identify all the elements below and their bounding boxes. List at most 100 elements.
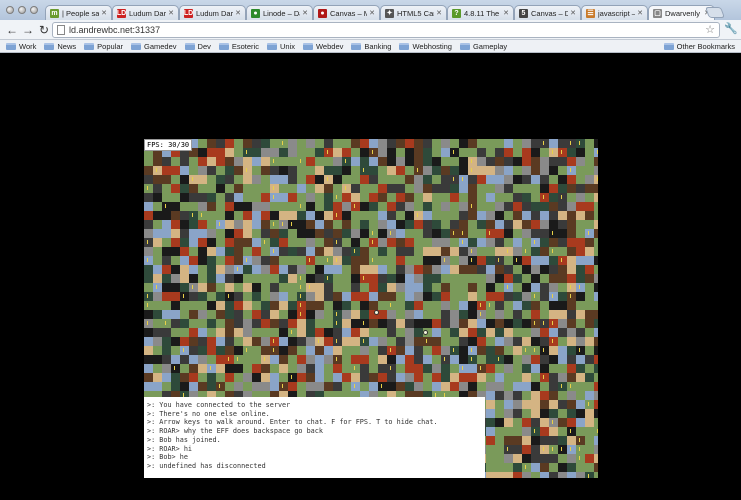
bookmark-folder-5[interactable]: Esoteric (218, 42, 259, 51)
tab-6[interactable]: ? 4.8.11 The c ✕ (447, 5, 514, 20)
bookmark-label: Webdev (315, 41, 344, 51)
chat-line: >: Bob> he (147, 453, 188, 462)
tab-favicon-icon: LD (116, 8, 127, 18)
wrench-icon[interactable]: 🔧 (724, 22, 738, 35)
tab-1[interactable]: LDLudum Dare✕ (112, 5, 179, 20)
folder-icon (6, 42, 16, 50)
folder-icon (84, 42, 95, 50)
tab-close-icon[interactable]: ✕ (168, 9, 174, 17)
bookmark-folder-7[interactable]: Webdev (302, 41, 344, 51)
bookmark-label: Webhosting (412, 41, 452, 51)
chat-log: >: You have connected to the server >: Th… (144, 397, 485, 478)
other-bookmarks-label: Other Bookmarks (676, 42, 735, 51)
folder-icon (44, 42, 55, 50)
folder-icon (351, 42, 362, 50)
folder-icon (302, 42, 313, 50)
tab-close-icon[interactable]: ✕ (302, 9, 308, 17)
tab-favicon-icon: LD (183, 8, 194, 18)
folder-icon (131, 42, 141, 50)
other-player-sprite (423, 330, 428, 335)
tab-0[interactable]: m| People said✕ (45, 5, 112, 20)
address-bar[interactable]: ld.andrewbc.net:31337 ☆ (52, 22, 720, 38)
tab-label: Ludum Dare (196, 8, 234, 18)
folder-icon (459, 42, 470, 50)
tab-label: | People said (62, 8, 100, 18)
tab-label: Canvas – Div (531, 8, 568, 18)
tab-favicon-icon: ▢ (653, 8, 662, 18)
tab-favicon-icon: ● (251, 8, 260, 18)
tab-8[interactable]: ☰javascript – U✕ (581, 5, 648, 20)
folder-icon (218, 42, 229, 50)
bookmarks-bar: Work News Popular Gamedev Dev Esoteric Unix Web… (0, 40, 741, 53)
bookmark-label: Banking (364, 41, 392, 51)
fps-counter: FPS: 30/30 (144, 139, 193, 151)
tab-label: Dwarvenly (665, 8, 701, 18)
chat-line: >: There's no one else online. (147, 409, 270, 418)
tab-label: Ludum Dare (129, 8, 167, 18)
bookmark-folder-2[interactable]: Popular (84, 42, 123, 51)
chat-line: >: ROAR> hi (147, 444, 193, 453)
bookmark-folder-1[interactable]: News (44, 42, 76, 51)
tab-favicon-icon: m (50, 8, 59, 18)
close-window-icon[interactable] (6, 6, 14, 14)
tab-close-icon[interactable]: ✕ (503, 9, 509, 17)
tab-close-icon[interactable]: ✕ (101, 9, 107, 17)
player-sprite (374, 310, 379, 315)
chat-line: >: ROAR> why the EFF does backspace go b… (147, 427, 323, 436)
chat-line: >: You have connected to the server (147, 401, 291, 409)
forward-arrow-icon[interactable]: → (21, 23, 35, 37)
tab-close-icon[interactable]: ✕ (235, 9, 241, 17)
bookmark-label: News (57, 41, 77, 51)
bookmark-label: Popular (97, 41, 123, 51)
tab-5[interactable]: ✦HTML5 Canv✕ (380, 5, 447, 20)
tab-7[interactable]: 5Canvas – Div✕ (514, 5, 581, 20)
folder-icon (399, 42, 410, 50)
tab-label: Linode – Das (263, 8, 300, 18)
bookmark-label: Gameplay (472, 41, 508, 51)
tab-close-icon[interactable]: ✕ (570, 9, 576, 17)
tab-strip: m| People said✕LDLudum Dare✕LDLudum Dare… (0, 0, 741, 20)
minimize-window-icon[interactable] (18, 6, 26, 14)
toolbar: ← → ↻ ld.andrewbc.net:31337 ☆ (0, 20, 741, 40)
reload-icon[interactable]: ↻ (37, 23, 51, 37)
bookmark-folder-8[interactable]: Banking (351, 42, 391, 51)
tab-close-icon[interactable]: ✕ (436, 9, 442, 17)
chat-line: >: undefined has disconnected (147, 461, 266, 470)
folder-icon (266, 42, 277, 50)
chat-line: >: Bob has joined. (147, 435, 221, 444)
tab-3[interactable]: ●Linode – Das✕ (246, 5, 313, 20)
tab-close-icon[interactable]: ✕ (637, 9, 643, 17)
back-arrow-icon[interactable]: ← (5, 23, 19, 37)
bookmark-folder-0[interactable]: Work (6, 42, 36, 51)
url-text[interactable]: ld.andrewbc.net:31337 (69, 25, 160, 35)
chat-line: >: Arrow keys to walk around. Enter to c… (147, 418, 438, 427)
bookmark-folder-10[interactable]: Gameplay (459, 41, 508, 51)
tab-label: 4.8.11 The c (464, 8, 502, 18)
other-bookmarks[interactable]: Other Bookmarks (663, 40, 735, 53)
zoom-window-icon[interactable] (30, 6, 38, 14)
game-canvas[interactable]: FPS: 30/30 >: You have connected to the … (144, 139, 598, 478)
tab-favicon-icon: ? (452, 8, 461, 18)
tab-favicon-icon: ✦ (385, 8, 394, 18)
tab-label: Canvas – MD (330, 8, 367, 18)
new-tab-button[interactable] (704, 7, 726, 18)
tab-label: javascript – U (598, 8, 635, 18)
bookmark-label: Unix (279, 41, 295, 51)
tab-label: HTML5 Canv (397, 8, 434, 18)
bookmark-star-icon[interactable]: ☆ (705, 23, 715, 37)
bookmark-label: Gamedev (144, 41, 177, 51)
tab-4[interactable]: ●Canvas – MD✕ (313, 5, 380, 20)
bookmark-folder-4[interactable]: Dev (184, 41, 211, 51)
tab-2[interactable]: LDLudum Dare✕ (179, 5, 246, 20)
bookmark-folder-9[interactable]: Webhosting (399, 41, 452, 51)
tab-close-icon[interactable]: ✕ (369, 9, 375, 17)
bookmark-folder-6[interactable]: Unix (266, 41, 295, 51)
bookmark-label: Work (19, 41, 37, 51)
tab-favicon-icon: ☰ (586, 8, 595, 18)
folder-icon (663, 43, 674, 50)
folder-icon (184, 42, 195, 50)
page-icon (57, 25, 65, 35)
bookmark-folder-3[interactable]: Gamedev (131, 42, 177, 51)
bookmark-folders: Work News Popular Gamedev Dev Esoteric Unix Web… (6, 42, 515, 51)
bookmark-label: Dev (197, 41, 211, 51)
